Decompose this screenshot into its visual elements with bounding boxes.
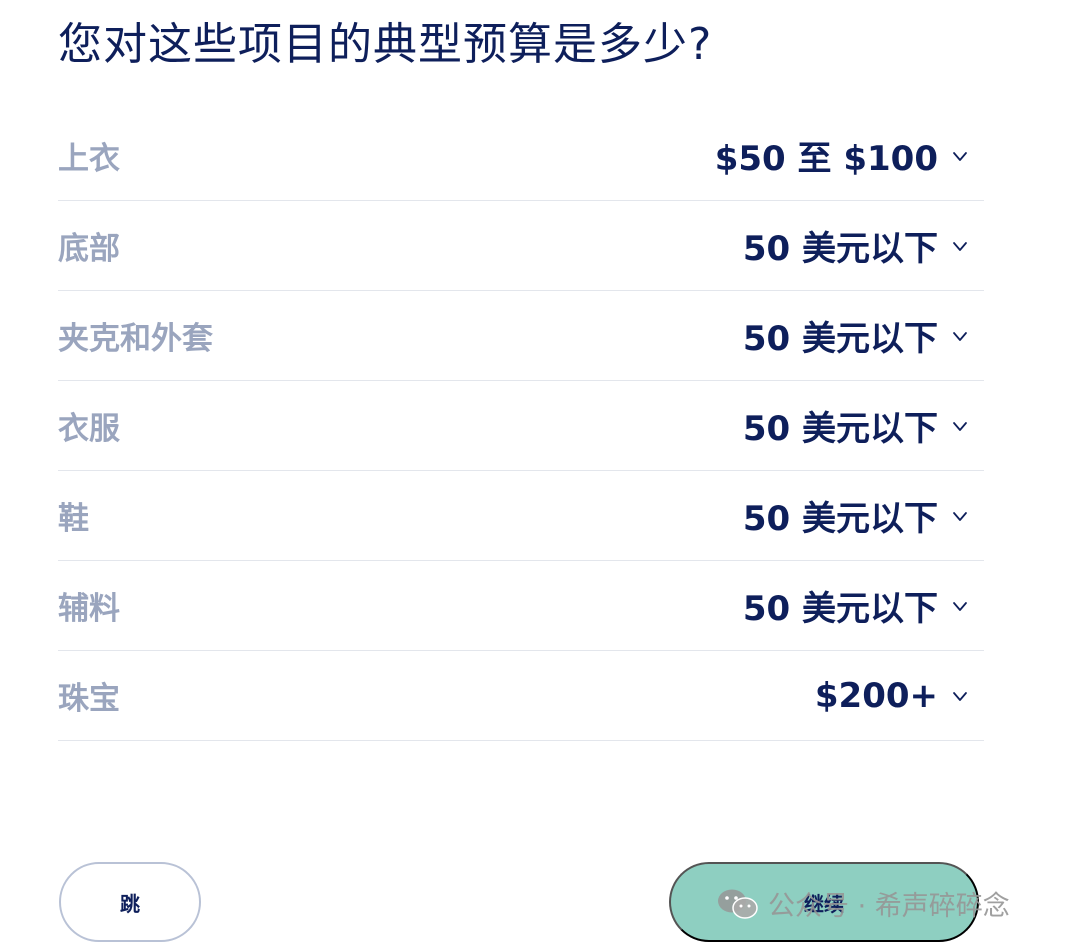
continue-button[interactable]: 继续 xyxy=(669,862,979,942)
budget-select[interactable]: 50 美元以下 xyxy=(743,491,984,540)
selected-value: 50 美元以下 xyxy=(742,319,938,359)
chevron-down-icon xyxy=(950,416,970,436)
row-label: 衣服 xyxy=(58,411,120,447)
chevron-down-icon xyxy=(950,326,970,346)
selected-value: 50 美元以下 xyxy=(742,409,938,449)
budget-row-accessories[interactable]: 辅料 50 美元以下 xyxy=(58,561,984,651)
row-label: 上衣 xyxy=(58,141,120,177)
budget-row-shoes[interactable]: 鞋 50 美元以下 xyxy=(58,471,984,561)
budget-row-dresses[interactable]: 衣服 50 美元以下 xyxy=(58,381,984,471)
selected-value: 50 美元以下 xyxy=(742,589,938,629)
row-label: 辅料 xyxy=(58,591,120,627)
chevron-down-icon xyxy=(950,146,970,166)
row-label: 珠宝 xyxy=(58,681,120,717)
budget-select[interactable]: $50 至 $100 xyxy=(715,131,984,180)
budget-row-jewelry[interactable]: 珠宝 $200+ xyxy=(58,651,984,741)
budget-list: 上衣 $50 至 $100 底部 50 美元以下 夹克和外套 50 美元以下 衣… xyxy=(58,111,984,741)
budget-select[interactable]: 50 美元以下 xyxy=(743,311,984,360)
budget-row-bottoms[interactable]: 底部 50 美元以下 xyxy=(58,201,984,291)
question-title: 您对这些项目的典型预算是多少? xyxy=(58,19,713,70)
budget-select[interactable]: 50 美元以下 xyxy=(743,401,984,450)
chevron-down-icon xyxy=(950,506,970,526)
row-label: 鞋 xyxy=(58,501,89,537)
selected-value: $200+ xyxy=(814,675,938,716)
budget-select[interactable]: 50 美元以下 xyxy=(743,221,984,270)
row-label: 夹克和外套 xyxy=(58,321,213,357)
budget-select[interactable]: $200+ xyxy=(815,676,984,716)
chevron-down-icon xyxy=(950,686,970,706)
selected-value: 50 美元以下 xyxy=(742,499,938,539)
row-label: 底部 xyxy=(58,231,120,267)
selected-value: 50 美元以下 xyxy=(742,229,938,269)
budget-row-tops[interactable]: 上衣 $50 至 $100 xyxy=(58,111,984,201)
budget-row-jackets[interactable]: 夹克和外套 50 美元以下 xyxy=(58,291,984,381)
chevron-down-icon xyxy=(950,236,970,256)
chevron-down-icon xyxy=(950,596,970,616)
skip-button[interactable]: 跳 xyxy=(59,862,201,942)
budget-page: 您对这些项目的典型预算是多少? 上衣 $50 至 $100 底部 50 美元以下… xyxy=(0,0,1080,948)
selected-value: $50 至 $100 xyxy=(714,139,938,179)
budget-select[interactable]: 50 美元以下 xyxy=(743,581,984,630)
